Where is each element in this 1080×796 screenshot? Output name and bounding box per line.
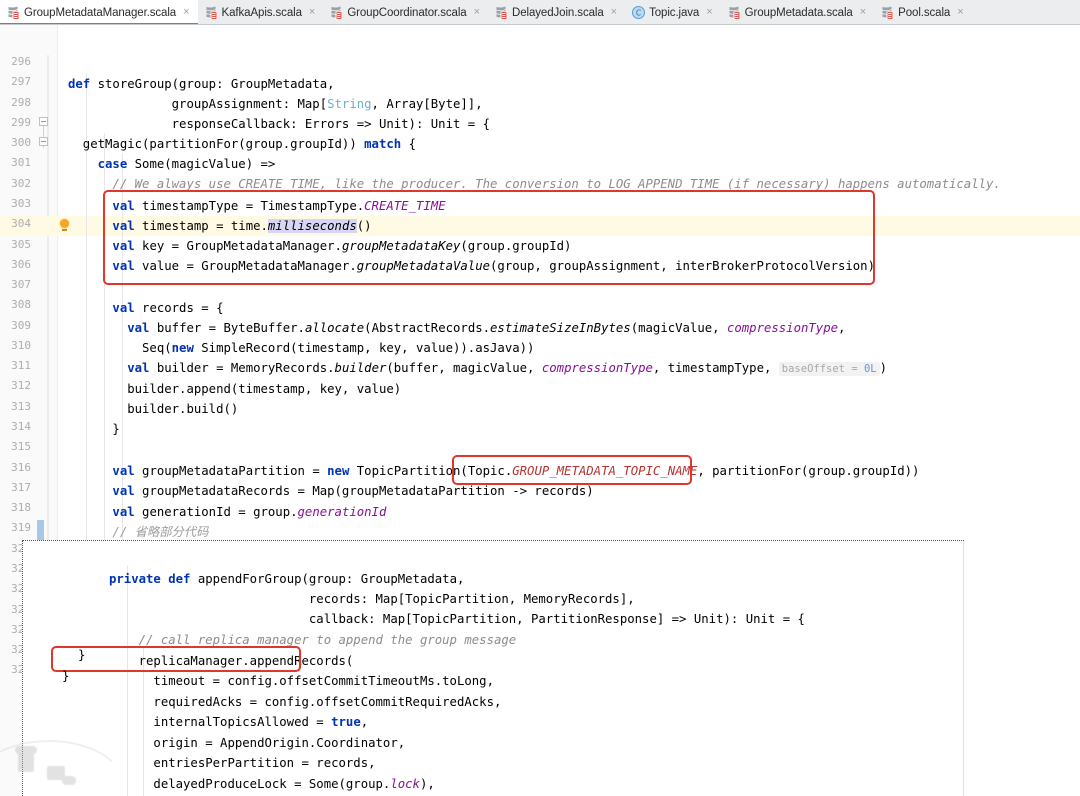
code-line: callback: Map[TopicPartition, PartitionR… <box>109 612 805 626</box>
tab-label: DelayedJoin.scala <box>512 6 604 19</box>
tab-label: Topic.java <box>649 6 700 19</box>
code-line: } <box>78 648 86 662</box>
code-preview-overlay[interactable]: private def appendForGroup(group: GroupM… <box>22 540 964 796</box>
code-line: val builder = MemoryRecords.builder(buff… <box>127 361 888 376</box>
code-comment-line: // We always use CREATE_TIME, like the p… <box>68 177 1001 191</box>
scala-file-icon <box>205 6 217 19</box>
tab-close-icon[interactable]: × <box>860 7 866 18</box>
code-line: origin = AppendOrigin.Coordinator, <box>109 736 406 750</box>
overlay-panel-edge <box>963 541 964 796</box>
tab-close-icon[interactable]: × <box>706 7 712 18</box>
scala-file-icon <box>881 6 894 19</box>
tab-groupcoordinator-scala[interactable]: GroupCoordinator.scala × <box>323 0 489 24</box>
tab-delayedjoin-scala[interactable]: DelayedJoin.scala × <box>488 0 626 24</box>
code-line: internalTopicsAllowed = true, <box>109 715 369 729</box>
scala-file-icon <box>495 6 508 19</box>
tab-close-icon[interactable]: × <box>474 7 480 18</box>
tab-kafkaapis-scala[interactable]: KafkaApis.scala × <box>197 0 324 24</box>
code-line: def storeGroup(group: GroupMetadata, <box>68 77 335 91</box>
code-line: replicaManager.appendRecords( <box>109 654 354 668</box>
code-line: val generationId = group.generationId <box>112 505 387 519</box>
tab-close-icon[interactable]: × <box>183 7 189 18</box>
svg-text:C: C <box>636 8 641 17</box>
code-line: builder.build() <box>68 402 239 416</box>
code-line: } <box>68 422 120 436</box>
tab-groupmetadatamanager-scala[interactable]: GroupMetadataManager.scala × <box>0 0 198 24</box>
code-line: } <box>62 669 70 683</box>
code-line: groupAssignment: Map[String, Array[Byte]… <box>68 97 483 111</box>
tab-label: KafkaApis.scala <box>221 6 302 19</box>
code-line: requiredAcks = config.offsetCommitRequir… <box>109 695 502 709</box>
scala-file-icon <box>728 6 740 19</box>
tab-label: GroupMetadataManager.scala <box>24 6 177 19</box>
tab-label: Pool.scala <box>898 6 951 19</box>
code-line: val timestamp = time.milliseconds() <box>112 219 372 233</box>
tab-close-icon[interactable]: × <box>611 7 617 18</box>
code-line: responseCallback: Errors => Unit): Unit … <box>68 117 490 131</box>
code-line: delayedProduceLock = Some(group.lock), <box>109 777 435 791</box>
code-line: val timestampType = TimestampType.CREATE… <box>112 199 446 213</box>
scala-file-icon <box>330 6 343 19</box>
tab-groupmetadata-scala[interactable]: GroupMetadata.scala × <box>720 0 875 24</box>
tab-topic-java[interactable]: C Topic.java × <box>625 0 721 24</box>
code-line: Seq(new SimpleRecord(timestamp, key, val… <box>68 341 535 355</box>
tab-label: GroupMetadata.scala <box>744 6 853 19</box>
code-line: entriesPerPartition = records, <box>109 756 376 770</box>
code-line: val value = GroupMetadataManager.groupMe… <box>112 259 875 273</box>
editor-tab-bar[interactable]: GroupMetadataManager.scala × KafkaApis.sc… <box>0 0 1080 25</box>
code-line: val records = { <box>112 301 224 315</box>
code-editor[interactable]: 296 297 298 299 300 301 302 303 304 305 306 307 308 3… <box>0 25 1080 796</box>
tab-label: GroupCoordinator.scala <box>347 6 467 19</box>
code-line: getMagic(partitionFor(group.groupId)) ma… <box>68 137 416 151</box>
code-line: val groupMetadataPartition = new TopicPa… <box>112 464 920 478</box>
code-line: val key = GroupMetadataManager.groupMeta… <box>112 239 572 253</box>
code-line: timeout = config.offsetCommitTimeoutMs.t… <box>109 674 494 688</box>
code-comment-line: // 省略部分代码 <box>68 525 209 539</box>
tab-close-icon[interactable]: × <box>309 7 315 18</box>
tab-pool-scala[interactable]: Pool.scala × <box>874 0 972 24</box>
code-line: val buffer = ByteBuffer.allocate(Abstrac… <box>127 321 846 335</box>
code-line: private def appendForGroup(group: GroupM… <box>109 572 465 586</box>
code-line: records: Map[TopicPartition, MemoryRecor… <box>109 592 635 606</box>
code-line: builder.append(timestamp, key, value) <box>68 382 402 396</box>
code-line: val groupMetadataRecords = Map(groupMeta… <box>112 484 594 498</box>
scala-file-icon <box>7 6 19 19</box>
tab-close-icon[interactable]: × <box>957 7 963 18</box>
java-class-icon: C <box>632 6 646 19</box>
code-comment-line: // call replica manager to append the gr… <box>109 633 517 647</box>
code-line: case Some(magicValue) => <box>97 157 276 171</box>
